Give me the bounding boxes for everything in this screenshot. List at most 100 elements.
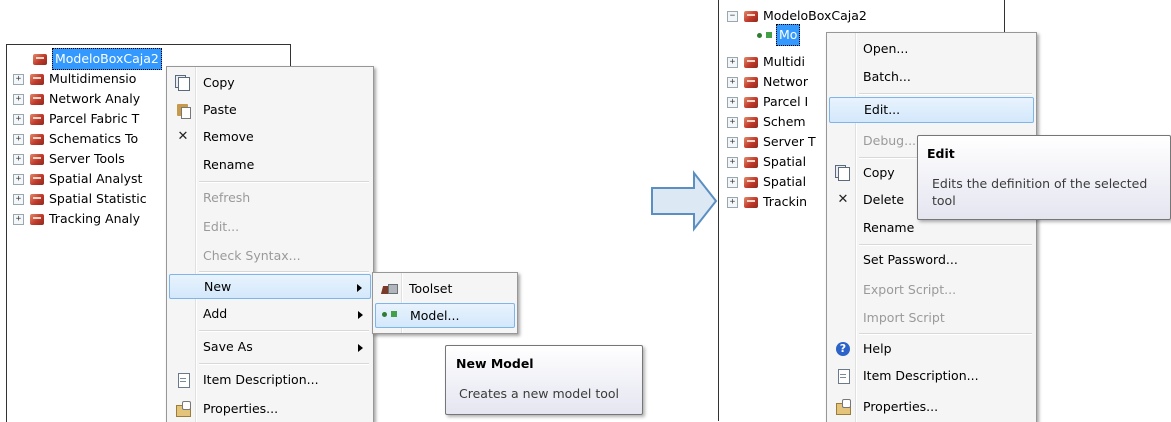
- collapse-icon[interactable]: −: [727, 10, 738, 22]
- expand-icon[interactable]: +: [13, 93, 24, 105]
- expand-icon[interactable]: +: [727, 96, 738, 108]
- expand-icon[interactable]: +: [727, 156, 738, 168]
- tree-item[interactable]: + Spatial: [727, 152, 806, 172]
- tree-item[interactable]: + Schematics To: [13, 129, 138, 149]
- tree-item[interactable]: + Parcel Fabric T: [13, 109, 139, 129]
- expand-icon[interactable]: +: [13, 193, 24, 205]
- menu-item-remove[interactable]: ✕ Remove: [169, 125, 371, 149]
- tree-item-label: Spatial Analyst: [49, 171, 143, 186]
- tree-item[interactable]: + Trackin: [727, 192, 807, 212]
- menu-item-import-script[interactable]: Import Script: [829, 306, 1034, 330]
- tree-item-label: Server T: [763, 134, 816, 149]
- menu-item-open[interactable]: Open...: [829, 37, 1034, 61]
- tree-item[interactable]: + Multidimensio: [13, 69, 136, 89]
- menu-separator: [199, 181, 369, 183]
- menu-item-add[interactable]: Add: [169, 302, 371, 326]
- expand-icon[interactable]: +: [727, 136, 738, 148]
- toolbox-icon: [743, 115, 759, 129]
- expand-icon[interactable]: +: [727, 56, 738, 68]
- arrow-right-icon: [651, 170, 718, 232]
- toolbox-icon: [29, 172, 45, 186]
- tree-item[interactable]: + Multidi: [727, 52, 805, 72]
- copy-icon: [175, 75, 191, 91]
- tree-item-label: Spatial Statistic: [49, 191, 147, 206]
- properties-icon: [175, 401, 191, 417]
- tree-item[interactable]: + Spatial: [727, 172, 806, 192]
- expand-icon[interactable]: +: [727, 76, 738, 88]
- toolbox-icon: [743, 9, 759, 23]
- toolset-icon: [381, 281, 398, 297]
- tooltip-description: Creates a new model tool: [459, 386, 620, 401]
- tree-item[interactable]: + Server Tools: [13, 149, 125, 169]
- expand-icon[interactable]: +: [727, 116, 738, 128]
- tooltip-edit: Edit Edits the definition of the selecte…: [917, 135, 1171, 220]
- menu-item-properties[interactable]: Properties...: [169, 397, 371, 421]
- menu-item-copy[interactable]: Copy: [169, 71, 371, 95]
- tree-item-modelobox[interactable]: ModeloBoxCaja2: [17, 48, 162, 70]
- tree-item[interactable]: + Parcel I: [727, 92, 808, 112]
- toolbox-icon: [29, 132, 45, 146]
- tree-item-label: ModeloBoxCaja2: [763, 8, 867, 23]
- toolbox-icon: [29, 92, 45, 106]
- expand-icon[interactable]: +: [13, 173, 24, 185]
- menu-item-batch[interactable]: Batch...: [829, 65, 1034, 89]
- tree-item-label: Network Analy: [49, 91, 141, 106]
- tree-item[interactable]: + Network Analy: [13, 89, 140, 109]
- menu-item-properties[interactable]: Properties...: [829, 395, 1034, 419]
- tree-item[interactable]: + Server T: [727, 132, 816, 152]
- paste-icon: [175, 102, 191, 119]
- toolbox-icon: [29, 192, 45, 206]
- tree-item[interactable]: + Tracking Analy: [13, 209, 140, 229]
- tree-item-label: Parcel I: [763, 94, 809, 109]
- tree-item-label: Server Tools: [49, 151, 125, 166]
- tree-item-label: Spatial: [763, 174, 807, 189]
- expand-icon[interactable]: +: [13, 153, 24, 165]
- menu-item-check-syntax[interactable]: Check Syntax...: [169, 244, 371, 268]
- model-icon: [382, 308, 398, 324]
- menu-item-edit[interactable]: Edit...: [829, 97, 1034, 123]
- tooltip-new-model: New Model Creates a new model tool: [445, 345, 643, 415]
- toolbox-icon: [743, 195, 759, 209]
- expand-icon[interactable]: +: [13, 73, 24, 85]
- tree-item-label: Multidi: [763, 54, 805, 69]
- toolbox-icon: [32, 52, 48, 66]
- toolbox-icon: [743, 155, 759, 169]
- expand-icon[interactable]: +: [13, 133, 24, 145]
- context-menu-right: Open... Batch... Edit... Debug... Copy ✕…: [826, 32, 1037, 422]
- tooltip-description-line2: tool: [932, 193, 956, 208]
- expand-icon[interactable]: +: [13, 213, 24, 225]
- toolbox-icon: [743, 55, 759, 69]
- menu-item-rename[interactable]: Rename: [169, 153, 371, 177]
- menu-item-new[interactable]: New: [169, 274, 371, 299]
- menu-item-help[interactable]: ? Help: [829, 337, 1034, 361]
- context-menu-left: Copy Paste ✕ Remove Rename Refresh Edit.…: [166, 66, 374, 422]
- menu-item-paste[interactable]: Paste: [169, 98, 371, 122]
- tree-item[interactable]: + Schem: [727, 112, 806, 132]
- toolbox-icon: [743, 95, 759, 109]
- expand-icon[interactable]: +: [13, 113, 24, 125]
- menu-item-item-description[interactable]: Item Description...: [829, 364, 1034, 388]
- toolbox-icon: [743, 175, 759, 189]
- expand-icon[interactable]: +: [727, 196, 738, 208]
- menu-item-model[interactable]: Model...: [375, 303, 515, 328]
- tree-item[interactable]: + Spatial Statistic: [13, 189, 147, 209]
- close-icon: ✕: [837, 192, 849, 207]
- submenu-new: Toolset Model...: [372, 272, 518, 334]
- menu-separator: [859, 244, 1032, 246]
- menu-item-save-as[interactable]: Save As: [169, 335, 371, 359]
- item-description-icon: [175, 372, 191, 388]
- menu-item-set-password[interactable]: Set Password...: [829, 248, 1034, 272]
- menu-item-edit[interactable]: Edit...: [169, 215, 371, 239]
- menu-item-refresh[interactable]: Refresh: [169, 186, 371, 210]
- tree-item-model[interactable]: Mo: [757, 24, 801, 46]
- tree-item[interactable]: + Spatial Analyst: [13, 169, 142, 189]
- copy-icon: [835, 165, 851, 181]
- tree-item[interactable]: + Networ: [727, 72, 808, 92]
- tree-item-label: Mo: [776, 24, 801, 46]
- menu-item-toolset[interactable]: Toolset: [375, 277, 515, 301]
- tree-item-modelobox[interactable]: − ModeloBoxCaja2: [727, 6, 867, 26]
- menu-item-item-description[interactable]: Item Description...: [169, 368, 371, 392]
- menu-item-export-script[interactable]: Export Script...: [829, 278, 1034, 302]
- expand-icon[interactable]: +: [727, 176, 738, 188]
- tooltip-title: Edit: [927, 146, 955, 161]
